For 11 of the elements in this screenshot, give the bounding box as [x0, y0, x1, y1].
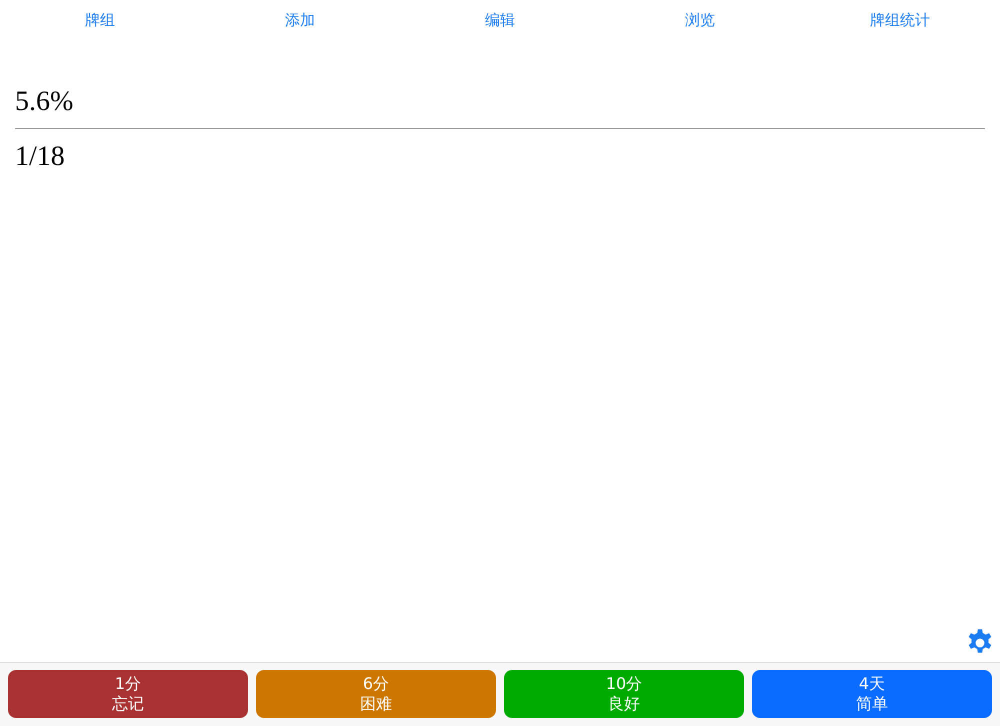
- nav-link[interactable]: 牌组: [0, 10, 200, 30]
- nav-link[interactable]: 浏览: [600, 10, 800, 30]
- nav-link[interactable]: 添加: [200, 10, 400, 30]
- nav-link[interactable]: 编辑: [400, 10, 600, 30]
- answer-button[interactable]: 4天 简单: [752, 670, 992, 718]
- answer-button[interactable]: 1分 忘记: [8, 670, 248, 718]
- answer-button[interactable]: 10分 良好: [504, 670, 744, 718]
- nav-link[interactable]: 牌组统计: [800, 10, 1000, 30]
- answer-button[interactable]: 6分 困难: [256, 670, 496, 718]
- answer-text: 1/18: [15, 140, 66, 174]
- question-text: 5.6%: [15, 85, 74, 119]
